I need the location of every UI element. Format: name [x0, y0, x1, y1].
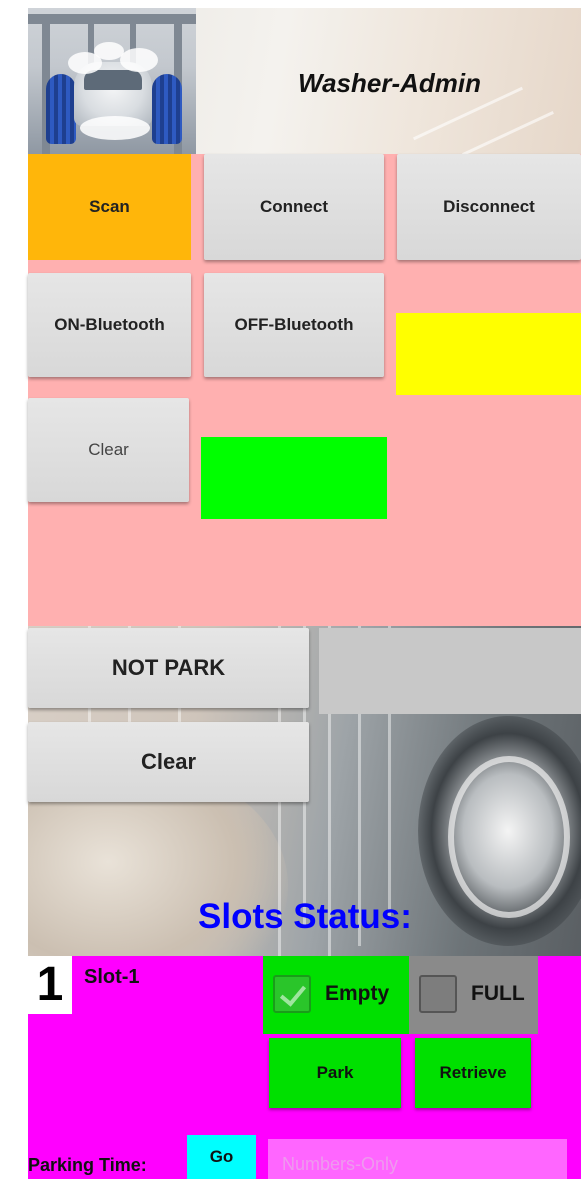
parking-time-label: Parking Time: — [28, 1155, 147, 1175]
connection-status-indicator — [396, 313, 581, 395]
full-checkbox[interactable] — [419, 975, 457, 1013]
disconnect-button[interactable]: Disconnect — [397, 154, 581, 260]
clear-park-button[interactable]: Clear — [28, 722, 309, 802]
bluetooth-status-indicator — [201, 437, 387, 519]
park-status-display — [319, 628, 581, 714]
app-title: Washer-Admin — [298, 68, 481, 98]
bluetooth-off-button[interactable]: OFF-Bluetooth — [204, 273, 384, 377]
slot-number: 1 — [28, 956, 72, 1014]
go-button[interactable]: Go — [187, 1135, 256, 1179]
retrieve-button[interactable]: Retrieve — [415, 1038, 531, 1108]
slots-status-heading: Slots Status: — [198, 897, 412, 936]
park-status-button[interactable]: NOT PARK — [28, 628, 309, 708]
empty-checkbox-option[interactable]: Empty — [263, 956, 409, 1034]
car-wash-photo — [28, 8, 196, 154]
full-label: FULL — [471, 982, 525, 1005]
parking-time-input[interactable] — [268, 1139, 567, 1179]
park-button[interactable]: Park — [269, 1038, 401, 1108]
bluetooth-on-button[interactable]: ON-Bluetooth — [28, 273, 191, 377]
empty-label: Empty — [325, 982, 390, 1005]
slot-name: Slot-1 — [84, 966, 140, 988]
empty-checkbox[interactable] — [273, 975, 311, 1013]
app-header: Washer-Admin — [28, 8, 581, 154]
full-checkbox-option[interactable]: FULL — [409, 956, 538, 1034]
clear-log-button[interactable]: Clear — [28, 398, 189, 502]
connect-button[interactable]: Connect — [204, 154, 384, 260]
scan-button[interactable]: Scan — [28, 154, 191, 260]
